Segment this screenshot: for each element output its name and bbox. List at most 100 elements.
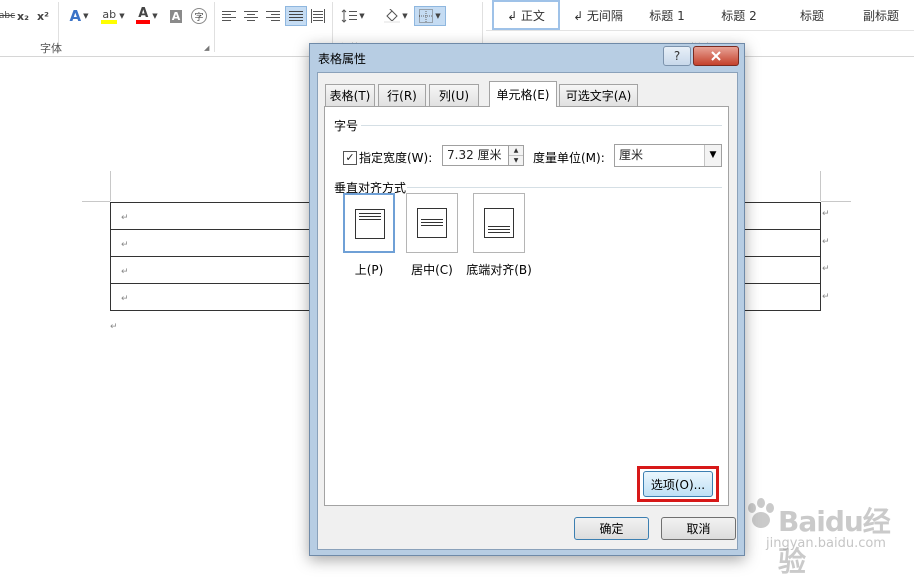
- align-center-button[interactable]: [406, 193, 458, 253]
- ribbon-separator: [214, 2, 215, 52]
- section-divider: [407, 187, 722, 188]
- size-section-title: 字号: [334, 119, 359, 133]
- superscript-label: x²: [37, 9, 49, 23]
- dropdown-arrow-icon: ▼: [83, 12, 89, 20]
- align-right-button[interactable]: [264, 6, 282, 26]
- style-heading-2[interactable]: 标题 2: [708, 0, 770, 30]
- align-top-icon: [355, 209, 385, 239]
- highlight-button[interactable]: ab ▼: [98, 6, 128, 26]
- strikethrough-button[interactable]: abc: [0, 6, 16, 26]
- enclose-char-button[interactable]: 字: [190, 6, 208, 26]
- line-spacing-button[interactable]: ▼: [338, 6, 368, 26]
- help-button[interactable]: ?: [663, 46, 691, 66]
- align-bottom-icon: [484, 208, 514, 238]
- text-effect-button[interactable]: A ▼: [64, 6, 94, 26]
- spin-up-icon[interactable]: ▲: [509, 146, 523, 156]
- baidu-paw-logo: [748, 498, 774, 528]
- align-top-label: 上(P): [354, 263, 384, 277]
- style-no-spacing[interactable]: ↲ 无间隔: [562, 0, 634, 30]
- strikethrough-label: abc: [0, 11, 16, 21]
- margin-guide: [820, 171, 821, 201]
- dropdown-arrow-icon: ▼: [119, 12, 125, 20]
- table-cell[interactable]: ↵: [110, 256, 312, 284]
- align-left-button[interactable]: [220, 6, 238, 26]
- shading-button[interactable]: ▼: [380, 6, 412, 26]
- font-color-icon: A: [136, 6, 151, 24]
- highlight-icon: ab: [101, 9, 118, 24]
- tab-table[interactable]: 表格(T): [325, 84, 375, 106]
- watermark: Baidu经验 jingyan.baidu.com: [738, 486, 914, 579]
- style-heading-1[interactable]: 标题 1: [636, 0, 698, 30]
- font-color-label: A: [138, 6, 149, 21]
- row-end-mark: ↵: [822, 237, 830, 247]
- help-icon: ?: [673, 49, 681, 63]
- char-shading-icon: A: [169, 9, 183, 23]
- text-effect-icon: A: [69, 7, 82, 25]
- cell-tab-panel: 字号 ✓ 指定宽度(W): 7.32 厘米 ▲ ▼ 度量单位(M): 厘米 ▼ …: [324, 106, 729, 506]
- tab-column[interactable]: 列(U): [429, 84, 479, 106]
- enclose-char-icon: 字: [191, 8, 207, 24]
- superscript-button[interactable]: x²: [34, 6, 52, 26]
- align-right-icon: [266, 11, 280, 21]
- table-cell[interactable]: ↵: [110, 202, 312, 230]
- paragraph-mark: ↵: [110, 322, 118, 332]
- table-cell[interactable]: ↵: [110, 283, 312, 311]
- row-end-mark: ↵: [822, 209, 830, 219]
- align-center-button[interactable]: [242, 6, 260, 26]
- margin-guide: [821, 201, 851, 202]
- tab-row[interactable]: 行(R): [378, 84, 426, 106]
- table-properties-dialog: 表格属性 ? 表格(T) 行(R) 列(U) 单元格(E) 可选文字(A) 字号…: [309, 43, 745, 556]
- align-center-icon: [417, 208, 447, 238]
- paragraph-mark: ↵: [121, 240, 129, 250]
- align-bottom-label: 底端对齐(B): [466, 263, 532, 277]
- justify-icon: [289, 11, 303, 21]
- tab-alt-text[interactable]: 可选文字(A): [559, 84, 638, 106]
- line-spacing-icon: [341, 9, 358, 23]
- subscript-button[interactable]: x₂: [14, 6, 32, 26]
- style-subtitle[interactable]: 副标题: [848, 0, 914, 30]
- chevron-down-icon: ▼: [704, 145, 721, 166]
- dropdown-arrow-icon: ▼: [402, 12, 408, 20]
- cancel-button[interactable]: 取消: [661, 517, 736, 540]
- justify-button[interactable]: [285, 6, 307, 26]
- row-end-mark: ↵: [822, 292, 830, 302]
- paragraph-mark: ↵: [121, 267, 129, 277]
- distribute-button[interactable]: [309, 6, 327, 26]
- ok-button[interactable]: 确定: [574, 517, 649, 540]
- preferred-width-input[interactable]: 7.32 厘米: [442, 145, 510, 166]
- tab-cell[interactable]: 单元格(E): [489, 81, 557, 107]
- dialog-client-area: 表格(T) 行(R) 列(U) 单元格(E) 可选文字(A) 字号 ✓ 指定宽度…: [317, 72, 738, 550]
- font-dialog-launcher-icon[interactable]: ◢: [204, 44, 209, 52]
- preferred-width-checkbox[interactable]: ✓: [343, 151, 357, 165]
- row-end-mark: ↵: [822, 264, 830, 274]
- measure-in-value: 厘米: [619, 148, 644, 162]
- margin-guide: [110, 171, 111, 201]
- checkmark-icon: ✓: [345, 151, 355, 164]
- style-title[interactable]: 标题: [782, 0, 842, 30]
- paragraph-mark: ↵: [121, 294, 129, 304]
- style-normal[interactable]: ↲ 正文: [492, 0, 560, 30]
- font-group-label: 字体: [40, 42, 62, 55]
- borders-icon: [419, 9, 434, 23]
- width-spinner[interactable]: ▲ ▼: [508, 145, 524, 166]
- close-button[interactable]: [693, 46, 739, 66]
- options-button[interactable]: 选项(O)...: [643, 471, 713, 497]
- measure-in-select[interactable]: 厘米 ▼: [614, 144, 722, 167]
- align-center-label: 居中(C): [411, 263, 453, 277]
- char-shading-button[interactable]: A: [168, 6, 184, 26]
- spin-down-icon[interactable]: ▼: [509, 156, 523, 165]
- preferred-width-label: 指定宽度(W):: [359, 151, 433, 165]
- font-color-button[interactable]: A ▼: [132, 6, 162, 26]
- align-top-button[interactable]: [343, 193, 395, 253]
- table-cell[interactable]: ↵: [110, 229, 312, 257]
- align-bottom-button[interactable]: [473, 193, 525, 253]
- subscript-label: x₂: [17, 9, 29, 23]
- borders-button[interactable]: ▼: [414, 6, 446, 26]
- margin-guide: [82, 201, 110, 202]
- paint-bucket-icon: [384, 9, 401, 23]
- distribute-icon: [311, 9, 325, 23]
- measure-in-label: 度量单位(M):: [533, 151, 605, 165]
- align-left-icon: [222, 11, 236, 21]
- dropdown-arrow-icon: ▼: [359, 12, 365, 20]
- watermark-url: jingyan.baidu.com: [766, 536, 886, 551]
